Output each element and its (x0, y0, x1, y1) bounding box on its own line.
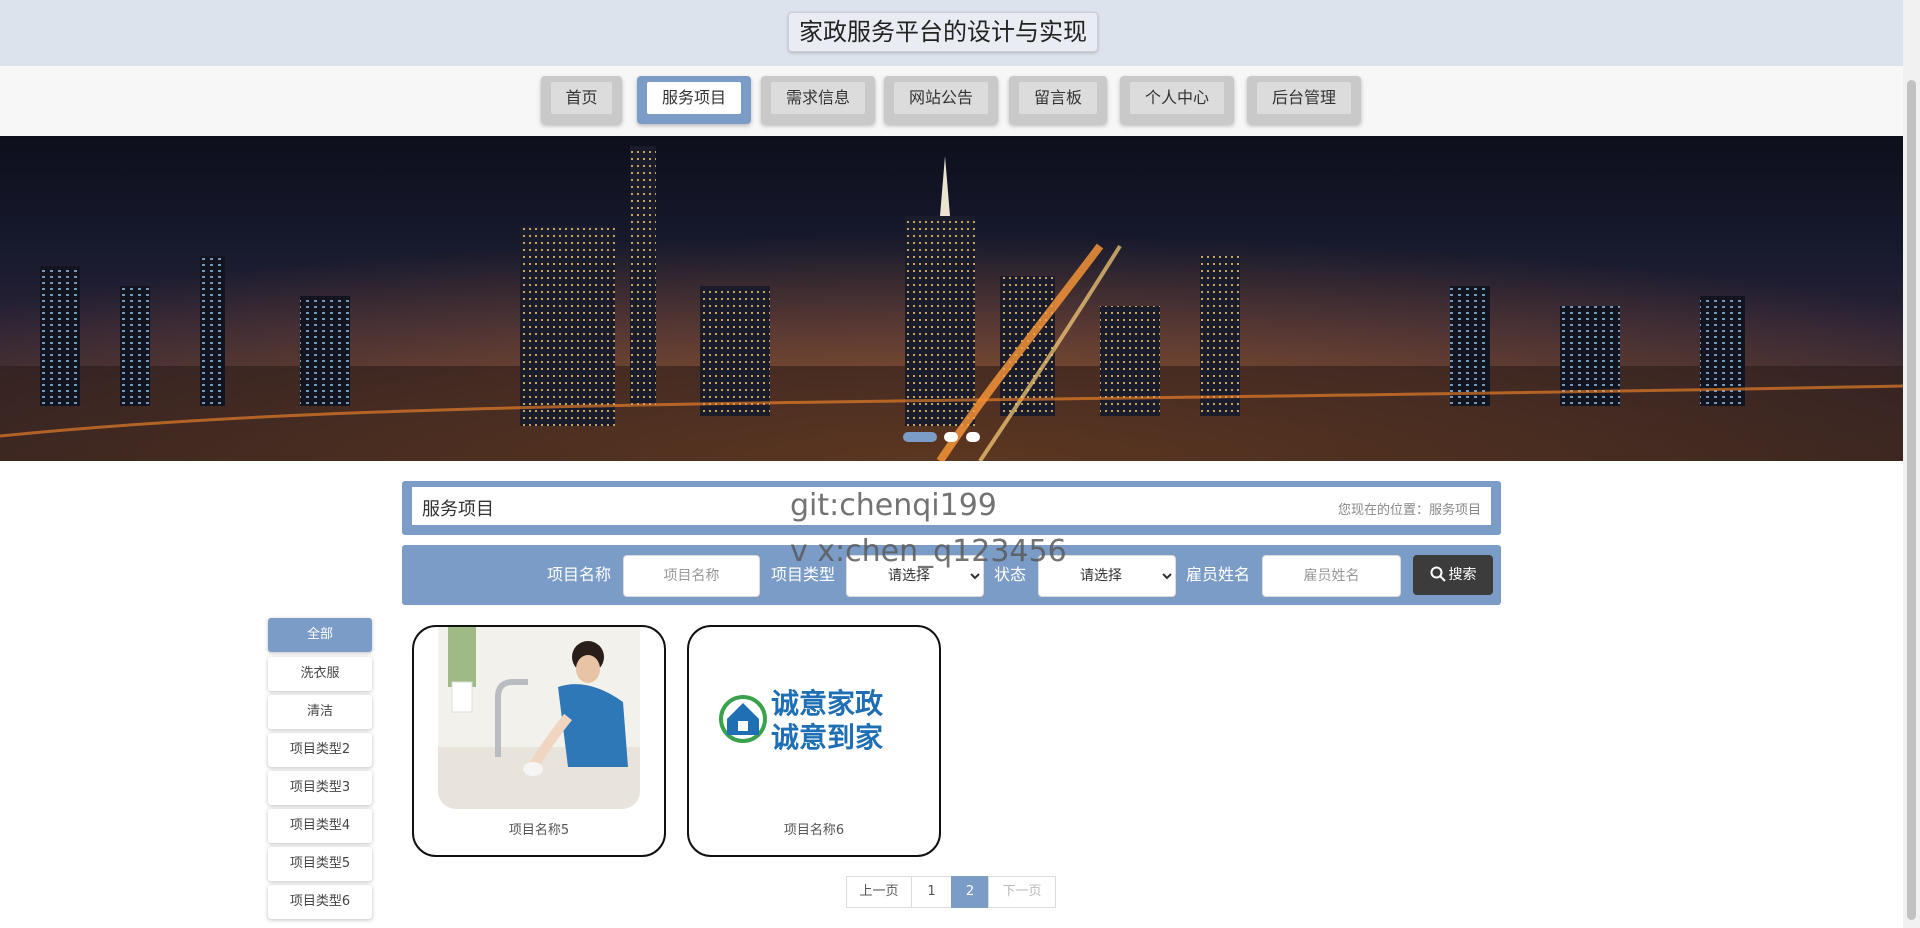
nav-services-label: 服务项目 (647, 82, 741, 114)
search-bar: 项目名称 项目类型 请选择 状态 请选择 雇员姓名 搜索 (402, 545, 1501, 605)
nav-demands-label: 需求信息 (771, 82, 865, 114)
category-type-2[interactable]: 项目类型2 (268, 733, 372, 767)
service-card-name: 项目名称6 (783, 823, 845, 838)
prev-page-button[interactable]: 上一页 (846, 876, 912, 908)
service-card[interactable]: 诚意家政 诚意到家 项目名称6 (687, 625, 941, 857)
category-type-6[interactable]: 项目类型6 (268, 885, 372, 919)
employee-name-label: 雇员姓名 (1186, 565, 1251, 584)
category-type-5[interactable]: 项目类型5 (268, 847, 372, 881)
header-bar: 家政服务平台的设计与实现 (0, 0, 1903, 66)
page-2-button[interactable]: 2 (951, 876, 989, 908)
cleaning-photo (438, 627, 640, 809)
category-type-3[interactable]: 项目类型3 (268, 771, 372, 805)
nav-message-board[interactable]: 留言板 (1009, 76, 1107, 124)
city-night-image (0, 136, 1903, 461)
project-type-select[interactable]: 请选择 (846, 555, 984, 597)
next-page-button[interactable]: 下一页 (988, 876, 1056, 908)
project-type-label: 项目类型 (771, 565, 836, 584)
category-laundry[interactable]: 洗衣服 (268, 657, 372, 691)
carousel-dot-1[interactable] (903, 432, 937, 442)
page-1-button[interactable]: 1 (911, 876, 952, 908)
nav-home[interactable]: 首页 (541, 76, 622, 124)
nav-message-board-label: 留言板 (1019, 82, 1097, 114)
carousel-dot-2[interactable] (944, 432, 958, 442)
site-title: 家政服务平台的设计与实现 (788, 12, 1098, 52)
employee-name-input[interactable] (1262, 555, 1401, 597)
category-type-4[interactable]: 项目类型4 (268, 809, 372, 843)
service-card[interactable]: 项目名称5 (412, 625, 666, 857)
nav-admin-label: 后台管理 (1257, 82, 1351, 114)
scrollbar-thumb[interactable] (1907, 80, 1916, 920)
section-header: 服务项目 您现在的位置：服务项目 (402, 481, 1501, 535)
search-button-label: 搜索 (1448, 567, 1477, 583)
category-all[interactable]: 全部 (268, 618, 372, 652)
main-nav: 首页 服务项目 需求信息 网站公告 留言板 个人中心 后台管理 (0, 66, 1903, 136)
search-icon (1430, 566, 1446, 582)
banner-carousel[interactable] (0, 136, 1903, 461)
project-name-label: 项目名称 (547, 565, 612, 584)
section-header-inner: 服务项目 您现在的位置：服务项目 (412, 487, 1491, 525)
nav-demands[interactable]: 需求信息 (761, 76, 875, 124)
logo-line-2: 诚意到家 (771, 721, 883, 754)
search-button[interactable]: 搜索 (1413, 555, 1493, 595)
nav-announcements-label: 网站公告 (894, 82, 988, 114)
nav-announcements[interactable]: 网站公告 (884, 76, 998, 124)
company-logo: 诚意家政 诚意到家 (713, 627, 915, 809)
breadcrumb: 您现在的位置：服务项目 (1337, 503, 1481, 518)
nav-home-label: 首页 (551, 82, 612, 114)
status-select[interactable]: 请选择 (1038, 555, 1176, 597)
nav-services[interactable]: 服务项目 (637, 76, 751, 124)
category-cleaning[interactable]: 清洁 (268, 695, 372, 729)
project-name-input[interactable] (623, 555, 760, 597)
logo-line-1: 诚意家政 (771, 687, 883, 720)
service-image-logo: 诚意家政 诚意到家 (713, 627, 915, 809)
carousel-dot-3[interactable] (966, 432, 980, 442)
nav-profile-label: 个人中心 (1130, 82, 1224, 114)
status-label: 状态 (994, 565, 1027, 584)
nav-admin[interactable]: 后台管理 (1247, 76, 1361, 124)
page-scrollbar[interactable] (1903, 0, 1920, 928)
section-title: 服务项目 (422, 499, 494, 520)
nav-profile[interactable]: 个人中心 (1120, 76, 1234, 124)
service-image-cleaning (438, 627, 640, 809)
service-card-name: 项目名称5 (508, 823, 570, 838)
